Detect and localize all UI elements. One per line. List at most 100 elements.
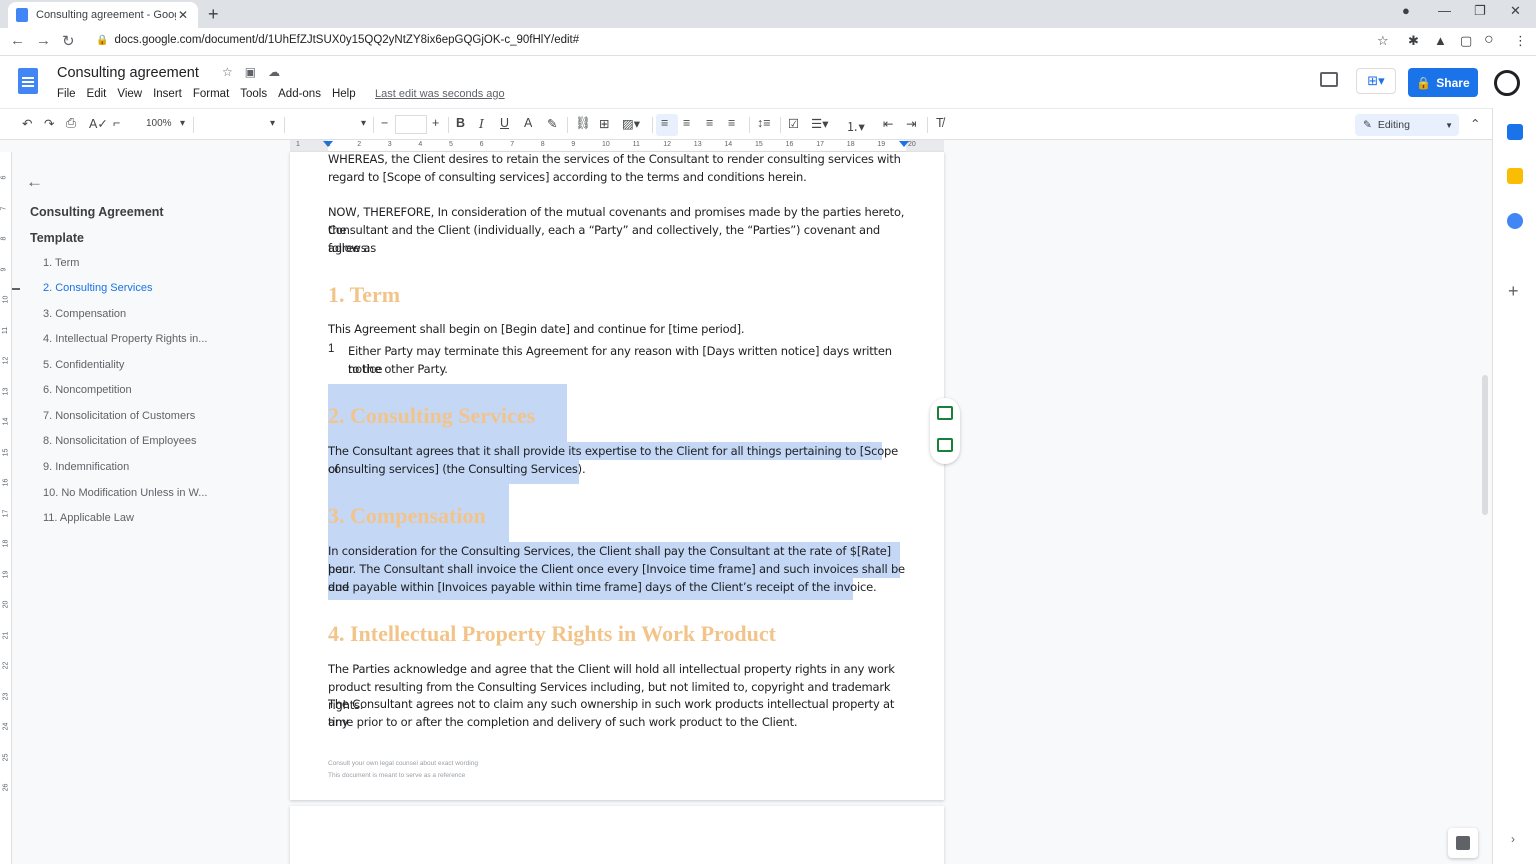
document-page[interactable]: WHEREAS, the Client desires to retain th… (290, 152, 944, 800)
line-spacing-icon[interactable]: ↕≡ (757, 116, 771, 130)
document-title[interactable]: Consulting agreement (57, 65, 199, 81)
outline-item-nonsolicitation-employees[interactable]: 8. Nonsolicitation of Employees (43, 435, 196, 447)
docs-logo-icon[interactable] (18, 68, 38, 94)
reload-button[interactable]: ↻ (62, 32, 75, 50)
spellcheck-icon[interactable]: A✓ (89, 116, 108, 131)
paint-format-icon[interactable]: ⌐ (113, 116, 120, 130)
tab-close-icon[interactable]: ✕ (176, 8, 190, 22)
editing-mode-select[interactable]: ✎ Editing ▼ (1355, 114, 1459, 136)
account-avatar[interactable] (1494, 70, 1520, 96)
align-center-icon[interactable]: ≡ (683, 116, 690, 130)
font-size-input[interactable] (395, 115, 427, 134)
menu-edit[interactable]: Edit (87, 88, 107, 100)
increase-indent-icon[interactable]: ⇥ (906, 116, 916, 131)
vertical-ruler-number: 8 (0, 236, 8, 241)
bookmark-star-icon[interactable]: ☆ (1377, 33, 1389, 49)
justify-icon[interactable]: ≡ (728, 116, 735, 130)
style-select-chevron-down-icon[interactable]: ▾ (270, 118, 275, 129)
checklist-icon[interactable]: ☑ (788, 116, 799, 131)
underline-icon[interactable]: U (500, 116, 509, 130)
profile-icon[interactable]: ○ (1484, 31, 1494, 49)
get-addons-plus-icon[interactable]: + (1508, 281, 1519, 302)
url-field[interactable]: 🔒 docs.google.com/document/d/1UhEfZJtSUX0… (96, 34, 579, 46)
browser-menu-icon[interactable]: ⋮ (1514, 33, 1527, 49)
collapse-menus-chevron-up-icon[interactable]: ⌃ (1470, 116, 1480, 131)
restore-button[interactable]: ❐ (1474, 3, 1486, 19)
extension-icon[interactable]: ▲ (1434, 33, 1447, 48)
present-button[interactable]: ⊞▾ (1356, 68, 1396, 94)
profile-record-icon[interactable]: ● (1402, 3, 1410, 18)
add-comment-icon[interactable] (937, 406, 953, 420)
clear-formatting-icon[interactable]: T̸ (936, 116, 944, 130)
numbered-list-icon[interactable]: ⒈▾ (846, 116, 865, 135)
align-left-icon[interactable]: ≡ (661, 116, 668, 130)
comment-history-icon[interactable] (1320, 72, 1338, 87)
outline-item-noncompetition[interactable]: 6. Noncompetition (43, 384, 132, 396)
reading-list-icon[interactable]: ▢ (1460, 33, 1472, 49)
suggest-edit-icon[interactable] (937, 438, 953, 452)
keep-icon[interactable] (1507, 168, 1523, 184)
outline-title-line1[interactable]: Consulting Agreement (30, 205, 164, 219)
text-color-icon[interactable]: A (524, 116, 532, 130)
increase-font-size-icon[interactable]: + (432, 116, 439, 130)
star-icon[interactable]: ☆ (222, 65, 233, 79)
decrease-font-size-icon[interactable]: − (381, 116, 388, 130)
close-window-button[interactable]: ✕ (1510, 3, 1521, 19)
browser-tab-strip: Consulting agreement - Google ✕ + ● — ❐ … (0, 0, 1536, 28)
menu-insert[interactable]: Insert (153, 88, 182, 100)
menu-file[interactable]: File (57, 88, 76, 100)
back-button[interactable]: ← (10, 32, 25, 49)
minimize-button[interactable]: — (1438, 3, 1451, 18)
vertical-ruler[interactable]: 6 7 8 9 10 11 12 13 14 15 16 17 18 19 20 21 22 23 24 25 26 (0, 152, 12, 864)
zoom-chevron-down-icon[interactable]: ▾ (180, 118, 185, 129)
tasks-icon[interactable] (1507, 213, 1523, 229)
bulleted-list-icon[interactable]: ☰▾ (811, 116, 828, 131)
document-next-page[interactable] (290, 806, 944, 864)
last-edit-link[interactable]: Last edit was seconds ago (375, 88, 505, 100)
browser-tab[interactable]: Consulting agreement - Google ✕ (8, 2, 198, 28)
extensions-puzzle-icon[interactable]: ✱ (1408, 33, 1419, 49)
close-outline-arrow-icon[interactable]: ← (26, 172, 43, 192)
show-side-panel-chevron-icon[interactable]: › (1511, 832, 1515, 846)
bold-icon[interactable]: B (456, 116, 465, 130)
outline-item-nonsolicitation-customers[interactable]: 7. Nonsolicitation of Customers (43, 410, 195, 422)
now-therefore-line-3: follows: (328, 241, 371, 255)
zoom-select[interactable]: 100% (146, 118, 172, 129)
insert-image-icon[interactable]: ▨▾ (622, 116, 640, 131)
menu-help[interactable]: Help (332, 88, 356, 100)
outline-item-ip-rights[interactable]: 4. Intellectual Property Rights in... (43, 333, 207, 345)
decrease-indent-icon[interactable]: ⇤ (883, 116, 893, 131)
vertical-ruler-number: 12 (2, 356, 10, 365)
ruler-number: 5 (449, 141, 453, 148)
share-button[interactable]: 🔒 Share (1408, 68, 1478, 97)
highlight-color-icon[interactable]: ✎ (547, 116, 557, 131)
add-comment-icon[interactable]: ⊞ (599, 116, 609, 131)
outline-item-applicable-law[interactable]: 11. Applicable Law (43, 512, 134, 524)
font-select-chevron-down-icon[interactable]: ▾ (361, 118, 366, 129)
forward-button[interactable]: → (36, 32, 51, 49)
cloud-status-icon[interactable]: ☁ (268, 65, 280, 79)
outline-title-line2[interactable]: Template (30, 231, 84, 245)
print-icon[interactable]: ⎙ (66, 116, 76, 131)
italic-icon[interactable]: I (479, 116, 484, 131)
toolbar-divider (567, 117, 568, 133)
vertical-scrollbar[interactable] (1482, 375, 1488, 515)
align-right-icon[interactable]: ≡ (706, 116, 713, 130)
menu-tools[interactable]: Tools (240, 88, 267, 100)
menu-view[interactable]: View (117, 88, 142, 100)
redo-icon[interactable]: ↷ (44, 116, 54, 131)
explore-button[interactable] (1448, 828, 1478, 858)
move-folder-icon[interactable]: ▣ (245, 65, 256, 79)
outline-item-compensation[interactable]: 3. Compensation (43, 308, 126, 320)
outline-item-confidentiality[interactable]: 5. Confidentiality (43, 359, 124, 371)
menu-addons[interactable]: Add-ons (278, 88, 321, 100)
outline-item-indemnification[interactable]: 9. Indemnification (43, 461, 129, 473)
undo-icon[interactable]: ↶ (22, 116, 32, 131)
outline-item-no-modification[interactable]: 10. No Modification Unless in W... (43, 487, 207, 499)
new-tab-button[interactable]: + (208, 4, 219, 25)
menu-format[interactable]: Format (193, 88, 229, 100)
outline-item-consulting-services[interactable]: 2. Consulting Services (43, 282, 152, 294)
insert-link-icon[interactable]: ⛓ (575, 116, 591, 131)
outline-item-term[interactable]: 1. Term (43, 257, 79, 269)
calendar-icon[interactable] (1507, 124, 1523, 140)
